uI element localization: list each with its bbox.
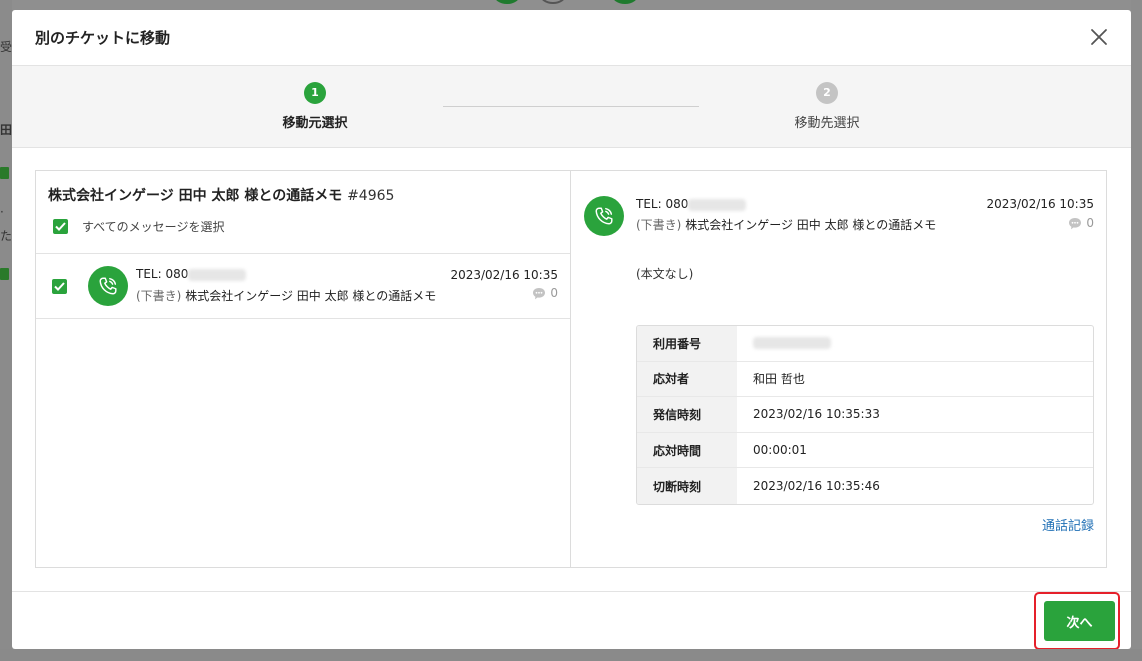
message-date: 2023/02/16 10:35: [450, 268, 558, 282]
background-text: ·: [0, 205, 4, 219]
tel-label: TEL: 080: [136, 267, 189, 281]
check-icon: [55, 222, 66, 231]
info-key: 切断時刻: [637, 468, 737, 504]
comment-icon: [1069, 217, 1082, 229]
message-subject: (下書き) 株式会社インゲージ 田中 太郎 様との通話メモ: [636, 216, 936, 233]
info-key: 利用番号: [637, 326, 737, 361]
info-value: 2023/02/16 10:35:33: [753, 407, 880, 422]
subject-text: 株式会社インゲージ 田中 太郎 様との通話メモ: [685, 218, 937, 232]
select-all-checkbox[interactable]: [53, 219, 68, 234]
draft-tag: (下書き): [636, 218, 682, 232]
message-body: (本文なし): [636, 267, 694, 281]
redacted-value: [753, 337, 831, 350]
tel-label: TEL: 080: [636, 197, 689, 211]
dialog-header: 別のチケットに移動: [12, 10, 1131, 66]
select-all-row[interactable]: すべてのメッセージを選択: [48, 218, 558, 235]
comment-count: 0: [1068, 216, 1094, 230]
dialog-footer: [12, 591, 1131, 649]
info-row: 利用番号: [637, 326, 1093, 362]
caller-tel: TEL: 080: [136, 267, 247, 281]
message-preview-pane: TEL: 080 (下書き) 株式会社インゲージ 田中 太郎 様との通話メモ 2…: [572, 171, 1106, 567]
background-green-icon: [0, 268, 9, 280]
phone-call-icon: [88, 266, 128, 306]
stepper: 1 移動元選択 2 移動先選択: [12, 66, 1131, 148]
info-value: 和田 哲也: [753, 372, 805, 387]
info-row: 切断時刻 2023/02/16 10:35:46: [637, 468, 1093, 504]
info-row: 応対者 和田 哲也: [637, 361, 1093, 398]
background-right-panel: [1131, 0, 1142, 661]
comment-count-value: 0: [550, 286, 558, 300]
background-green-icon: [0, 167, 9, 179]
step-number: 2: [816, 82, 838, 104]
step-source-select: 1 移動元選択: [235, 82, 395, 131]
background-text: 受: [0, 40, 12, 52]
subject-text: 株式会社インゲージ 田中 太郎 様との通話メモ: [185, 289, 437, 303]
background-text: た: [0, 229, 12, 241]
close-icon[interactable]: [1089, 27, 1109, 47]
message-checkbox[interactable]: [52, 279, 67, 294]
info-key: 応対者: [637, 361, 737, 397]
message-list-pane: 株式会社インゲージ 田中 太郎 様との通話メモ #4965 すべてのメッセージを…: [36, 171, 571, 567]
background-avatar: [494, 0, 520, 4]
comment-count-value: 0: [1086, 216, 1094, 230]
check-icon: [54, 282, 65, 291]
message-list-item[interactable]: TEL: 080 (下書き) 株式会社インゲージ 田中 太郎 様との通話メモ 2…: [36, 254, 570, 319]
info-row: 応対時間 00:00:01: [637, 432, 1093, 469]
step-label: 移動元選択: [282, 116, 348, 131]
step-number: 1: [304, 82, 326, 104]
phone-call-icon: [584, 196, 624, 236]
comment-count: 0: [532, 286, 558, 300]
background-avatar: [612, 0, 638, 4]
select-all-label: すべてのメッセージを選択: [82, 220, 225, 234]
redacted-number: [188, 268, 247, 281]
background-sidebar: 受 田 · た: [0, 0, 12, 661]
ticket-title: 株式会社インゲージ 田中 太郎 様との通話メモ #4965: [48, 185, 558, 205]
ticket-subject: 株式会社インゲージ 田中 太郎 様との通話メモ: [48, 188, 343, 204]
next-button[interactable]: 次へ: [1044, 601, 1115, 641]
info-value: 2023/02/16 10:35:46: [753, 479, 880, 494]
call-info-table: 利用番号 応対者 和田 哲也 発信時刻 2023/02/16 10:35:33 …: [636, 325, 1094, 505]
draft-tag: (下書き): [136, 289, 182, 303]
ticket-number: #4965: [347, 188, 395, 204]
background-bottom-bar: [0, 649, 1142, 661]
caller-tel: TEL: 080: [636, 197, 747, 211]
info-value: [737, 326, 1093, 361]
redacted-number: [688, 198, 747, 211]
step-label: 移動先選択: [794, 116, 860, 131]
comment-icon: [533, 287, 546, 299]
background-avatar: [540, 0, 566, 4]
background-text: 田: [0, 123, 12, 135]
info-row: 発信時刻 2023/02/16 10:35:33: [637, 397, 1093, 433]
step-connector: [443, 106, 699, 107]
message-subject: (下書き) 株式会社インゲージ 田中 太郎 様との通話メモ: [136, 287, 436, 304]
message-date: 2023/02/16 10:35: [986, 197, 1094, 211]
info-key: 発信時刻: [637, 397, 737, 432]
dialog-title: 別のチケットに移動: [35, 29, 171, 47]
dialog-content: 株式会社インゲージ 田中 太郎 様との通話メモ #4965 すべてのメッセージを…: [35, 170, 1107, 568]
info-value: 00:00:01: [753, 443, 807, 458]
move-ticket-dialog: 別のチケットに移動 1 移動元選択 2 移動先選択 株式会社インゲージ 田中 太…: [12, 10, 1131, 649]
ticket-header: 株式会社インゲージ 田中 太郎 様との通話メモ #4965 すべてのメッセージを…: [36, 171, 570, 254]
info-key: 応対時間: [637, 432, 737, 468]
step-destination-select: 2 移動先選択: [747, 82, 907, 131]
call-log-link[interactable]: 通話記録: [1042, 515, 1094, 534]
